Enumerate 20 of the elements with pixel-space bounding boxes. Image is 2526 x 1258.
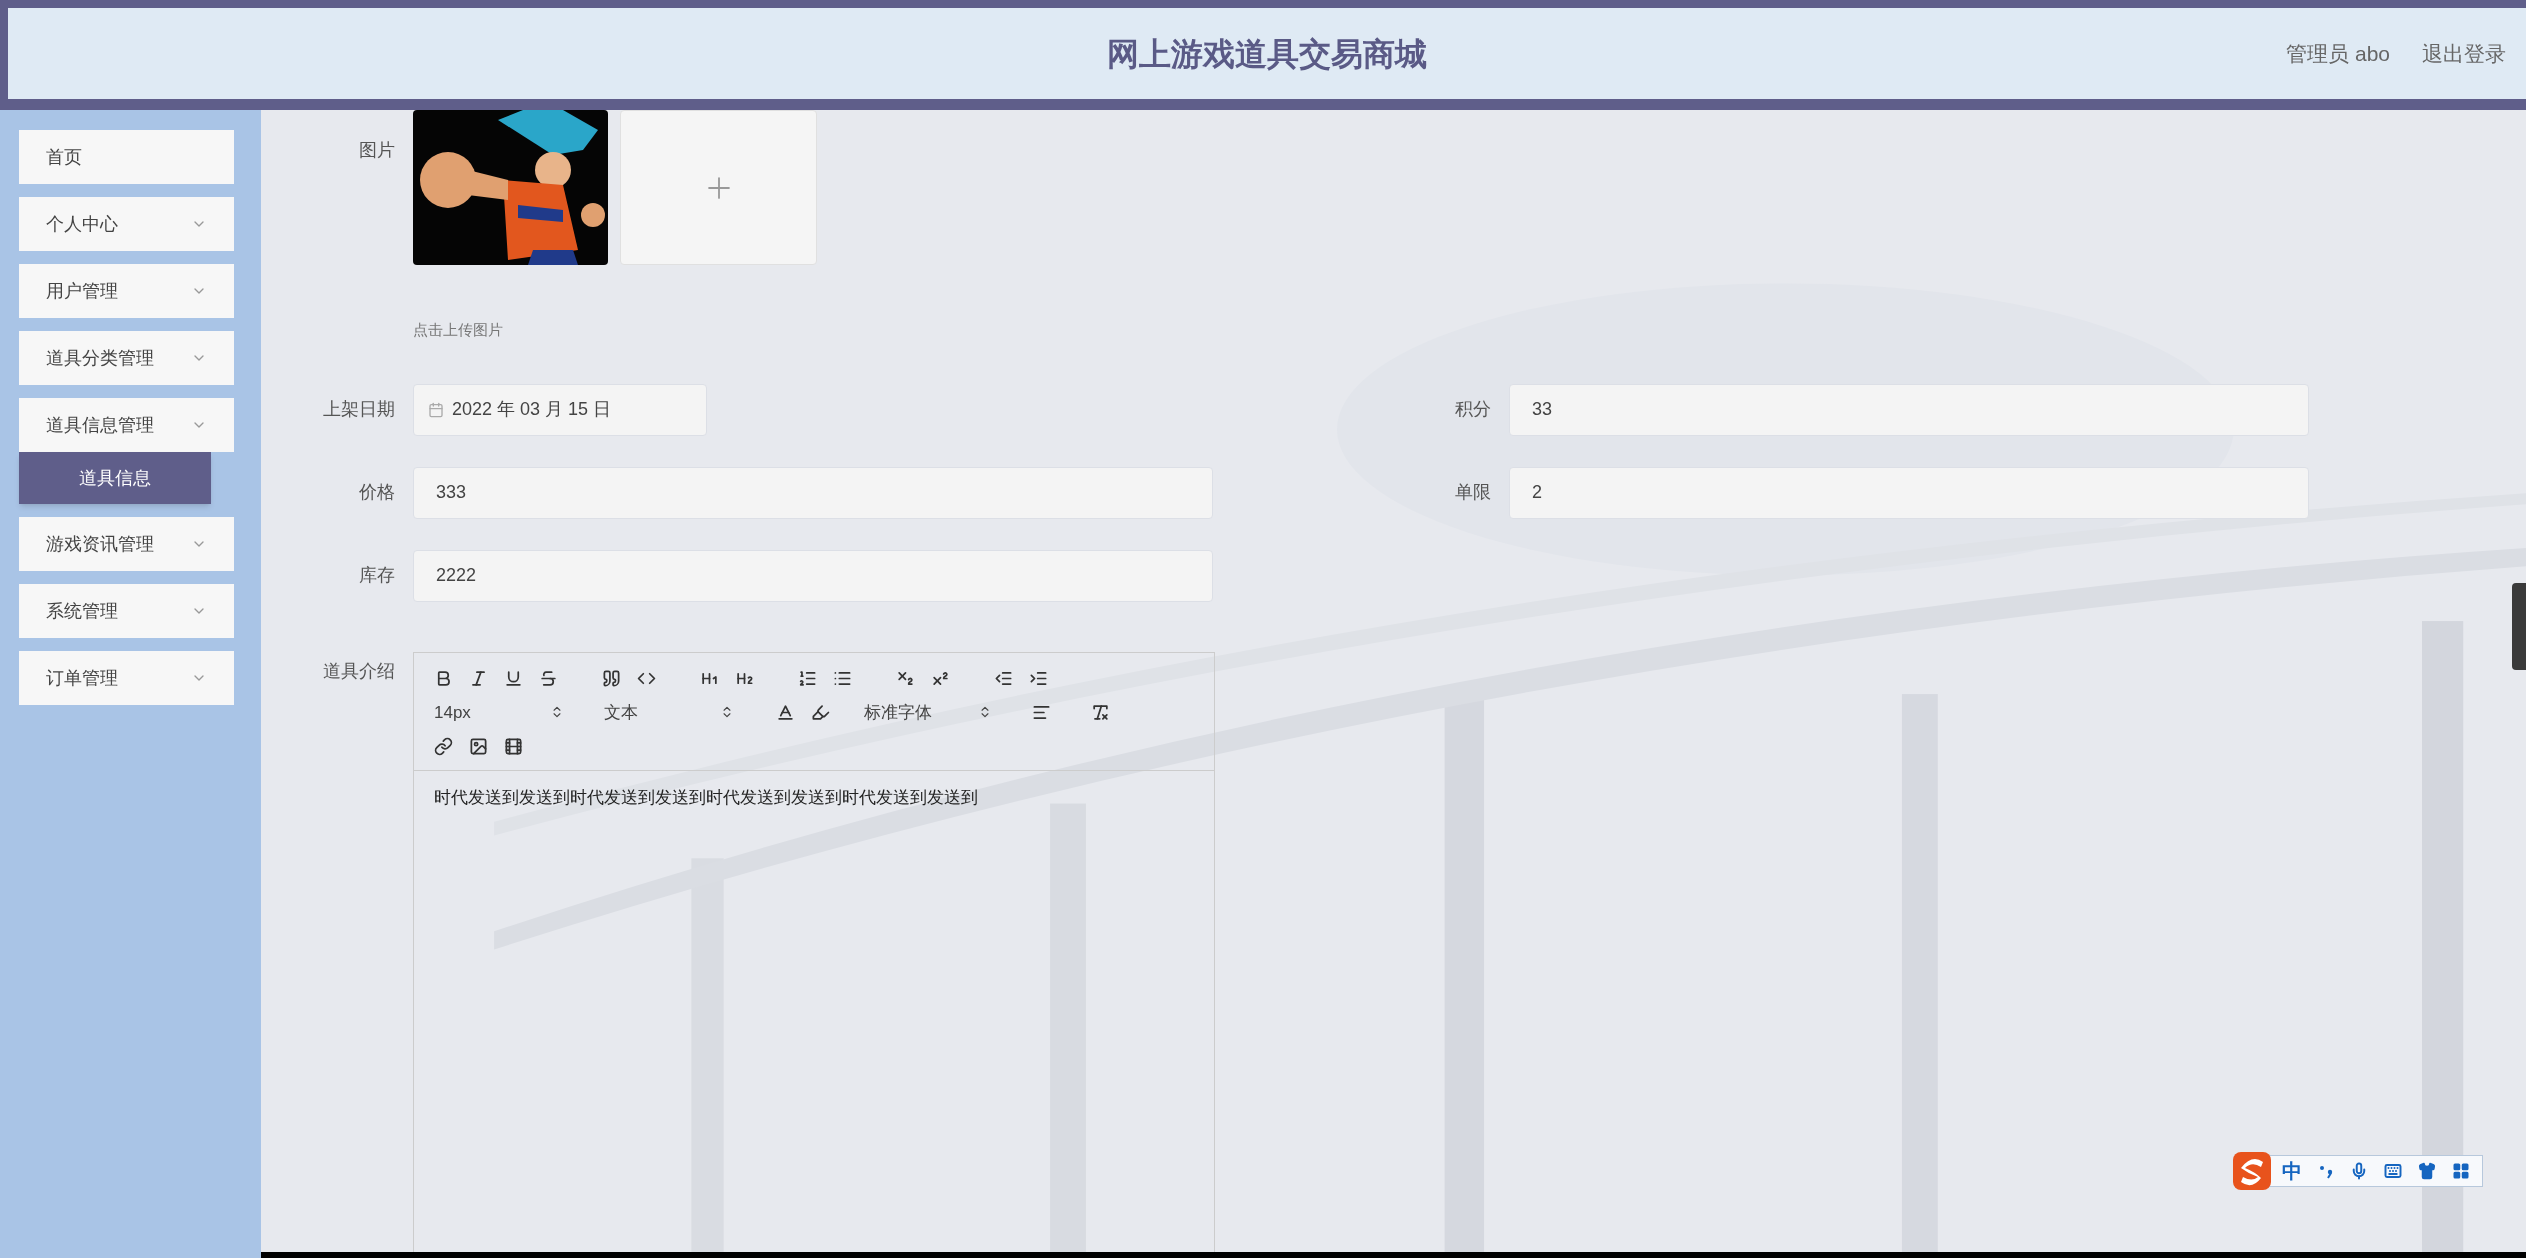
menu-label: 系统管理 <box>46 599 118 623</box>
menu-item[interactable]: 订单管理 <box>19 651 234 705</box>
menu-label: 道具信息管理 <box>46 413 154 437</box>
menu-label: 游戏资讯管理 <box>46 532 154 556</box>
user-name: 管理员 abo <box>2286 40 2390 67</box>
menu-label: 首页 <box>46 145 82 169</box>
menu-label: 道具分类管理 <box>46 346 154 370</box>
menu-item[interactable]: 道具信息管理 <box>19 398 234 452</box>
menu-label: 用户管理 <box>46 279 118 303</box>
submenu-item[interactable]: 道具信息 <box>19 452 211 504</box>
menu-label: 个人中心 <box>46 212 118 236</box>
logout-link[interactable]: 退出登录 <box>2422 37 2506 70</box>
menu-item[interactable]: 首页 <box>19 130 234 184</box>
menu-item[interactable]: 用户管理 <box>19 264 234 318</box>
menu-item[interactable]: 个人中心 <box>19 197 234 251</box>
menu-label: 订单管理 <box>46 666 118 690</box>
site-title: 网上游戏道具交易商城 <box>1107 34 1427 74</box>
menu-item[interactable]: 系统管理 <box>19 584 234 638</box>
menu-item[interactable]: 道具分类管理 <box>19 331 234 385</box>
menu-item[interactable]: 游戏资讯管理 <box>19 517 234 571</box>
